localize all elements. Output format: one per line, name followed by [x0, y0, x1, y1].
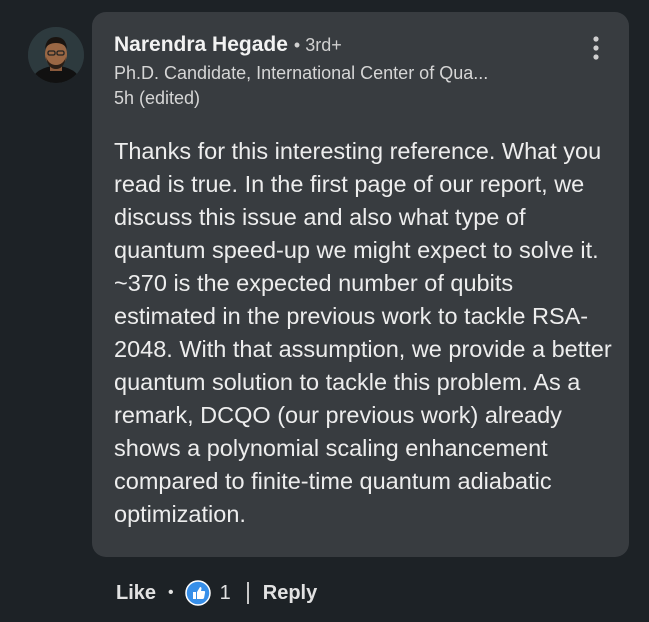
- action-separator: •: [168, 584, 174, 601]
- comment-text: Thanks for this interesting reference. W…: [114, 138, 612, 527]
- comment-timestamp: 5h (edited): [114, 88, 201, 108]
- reply-button[interactable]: Reply: [263, 582, 317, 605]
- degree-separator: •: [293, 35, 301, 55]
- thumbs-up-icon[interactable]: [184, 580, 211, 606]
- avatar[interactable]: [28, 27, 84, 83]
- like-button[interactable]: Like: [116, 582, 156, 605]
- actions-divider: [246, 582, 249, 604]
- more-vertical-icon: [593, 36, 599, 60]
- reaction-count[interactable]: 1: [220, 582, 231, 605]
- comment-header: Narendra Hegade • 3rd+ Ph.D. Candidate, …: [114, 33, 584, 109]
- more-options-button[interactable]: [585, 34, 607, 62]
- comment-actions: Like • 1 Reply: [116, 578, 317, 608]
- author-name[interactable]: Narendra Hegade: [114, 33, 288, 57]
- author-headline: Ph.D. Candidate, International Center of…: [114, 63, 489, 83]
- author-line: Narendra Hegade • 3rd+: [114, 33, 584, 57]
- comment-bubble: Narendra Hegade • 3rd+ Ph.D. Candidate, …: [92, 12, 629, 557]
- connection-degree: 3rd+: [305, 35, 342, 55]
- avatar-image: [28, 27, 84, 83]
